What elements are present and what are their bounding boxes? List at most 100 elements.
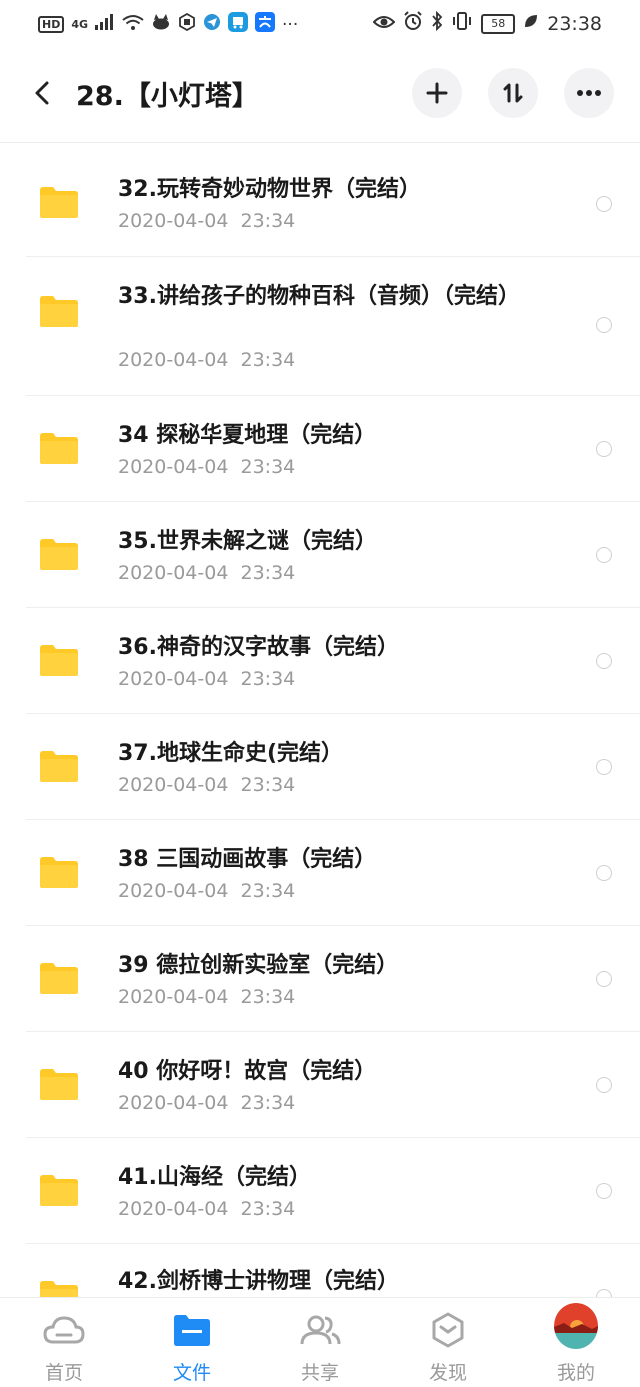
file-name: 41.山海经（完结） — [118, 1165, 311, 1190]
more-icon — [577, 90, 601, 96]
tab-discover[interactable]: 发现 — [384, 1298, 512, 1387]
plus-icon — [426, 82, 448, 104]
bottom-navigation: 首页 文件 共享 发现 我的 — [0, 1297, 640, 1387]
tab-label: 我的 — [556, 1362, 595, 1384]
tab-label: 发现 — [428, 1362, 467, 1384]
list-item[interactable]: 33.讲给孩子的物种百科（音频）（完结） 2020-04-04 23:34 — [0, 257, 640, 396]
file-date: 2020-04-04 23:34 — [118, 349, 296, 371]
list-item[interactable]: 41.山海经（完结） 2020-04-04 23:34 — [0, 1138, 640, 1244]
select-radio[interactable] — [596, 441, 612, 457]
hd-indicator: HD — [38, 16, 65, 33]
list-item[interactable]: 38 三国动画故事（完结） 2020-04-04 23:34 — [0, 820, 640, 926]
folder-icon — [40, 857, 78, 888]
hand-app-icon — [178, 12, 196, 36]
file-name: 32.玩转奇妙动物世界（完结） — [118, 177, 421, 202]
file-date: 2020-04-04 23:34 — [118, 562, 296, 584]
file-date: 2020-04-04 23:34 — [118, 456, 296, 478]
tab-share[interactable]: 共享 — [256, 1298, 384, 1387]
cloud-icon — [42, 1310, 86, 1350]
list-item[interactable]: 39 德拉创新实验室（完结） 2020-04-04 23:34 — [0, 926, 640, 1032]
wifi-icon — [122, 14, 144, 35]
file-date: 2020-04-04 23:34 — [118, 1092, 296, 1114]
select-radio[interactable] — [596, 317, 612, 333]
status-right: 58 23:38 — [372, 10, 602, 36]
signal-icon — [95, 14, 115, 35]
file-name: 35.世界未解之谜（完结） — [118, 529, 377, 554]
folder-icon — [40, 1175, 78, 1206]
network-type: 4G — [71, 17, 89, 31]
bluetooth-icon — [431, 10, 443, 36]
clock: 23:38 — [547, 12, 602, 35]
file-date: 2020-04-04 23:34 — [118, 774, 296, 796]
folder-icon — [40, 433, 78, 464]
tab-label: 共享 — [300, 1362, 339, 1384]
tab-label: 文件 — [172, 1362, 211, 1384]
select-radio[interactable] — [596, 547, 612, 563]
file-date: 2020-04-04 23:34 — [118, 668, 296, 690]
select-radio[interactable] — [596, 1183, 612, 1199]
file-name: 37.地球生命史(完结） — [118, 741, 344, 766]
folder-icon — [40, 1281, 78, 1297]
tab-me[interactable]: 我的 — [512, 1298, 640, 1387]
select-radio[interactable] — [596, 653, 612, 669]
select-radio[interactable] — [596, 971, 612, 987]
add-button[interactable] — [412, 68, 462, 118]
status-bar: HD 4G ··· 58 23:38 — [0, 0, 640, 46]
list-item[interactable]: 37.地球生命史(完结） 2020-04-04 23:34 — [0, 714, 640, 820]
leaf-icon — [523, 13, 539, 34]
folder-icon — [40, 187, 78, 218]
sort-button[interactable] — [488, 68, 538, 118]
file-name: 34 探秘华夏地理（完结） — [118, 423, 377, 448]
folder-icon — [40, 963, 78, 994]
folder-icon — [40, 751, 78, 782]
select-radio[interactable] — [596, 196, 612, 212]
battery-icon: 58 — [481, 13, 516, 34]
folder-icon — [40, 539, 78, 570]
folder-tab-icon — [170, 1310, 214, 1350]
cat-app-icon — [151, 14, 171, 35]
file-date: 2020-04-04 23:34 — [118, 986, 296, 1008]
select-radio[interactable] — [596, 865, 612, 881]
app-header: 28.【小灯塔】 — [0, 46, 640, 143]
alipay-app-icon — [255, 12, 276, 37]
page-title: 28.【小灯塔】 — [76, 81, 259, 112]
file-name: 40 你好呀！故宫（完结） — [118, 1059, 377, 1084]
tab-home[interactable]: 首页 — [0, 1298, 128, 1387]
alarm-icon — [403, 11, 423, 36]
folder-icon — [40, 1069, 78, 1100]
transit-app-icon — [228, 12, 249, 37]
select-radio[interactable] — [596, 1077, 612, 1093]
vibrate-icon — [451, 11, 473, 36]
file-date: 2020-04-04 23:34 — [118, 880, 296, 902]
people-icon — [298, 1310, 342, 1350]
more-notifications-icon: ··· — [282, 14, 299, 35]
folder-icon — [40, 645, 78, 676]
list-item[interactable]: 40 你好呀！故宫（完结） 2020-04-04 23:34 — [0, 1032, 640, 1138]
list-item[interactable]: 35.世界未解之谜（完结） 2020-04-04 23:34 — [0, 502, 640, 608]
list-item[interactable]: 36.神奇的汉字故事（完结） 2020-04-04 23:34 — [0, 608, 640, 714]
file-name: 39 德拉创新实验室（完结） — [118, 953, 399, 978]
avatar — [554, 1303, 598, 1349]
tab-files[interactable]: 文件 — [128, 1298, 256, 1387]
file-list: 32.玩转奇妙动物世界（完结） 2020-04-04 23:34 33.讲给孩子… — [0, 152, 640, 1297]
file-name: 38 三国动画故事（完结） — [118, 847, 377, 872]
list-item[interactable]: 34 探秘华夏地理（完结） 2020-04-04 23:34 — [0, 396, 640, 502]
telegram-app-icon — [203, 13, 221, 36]
eye-icon — [372, 13, 396, 34]
chevron-left-icon — [35, 81, 49, 105]
file-date: 2020-04-04 23:34 — [118, 210, 296, 232]
status-left: HD 4G ··· — [38, 12, 298, 37]
back-button[interactable] — [26, 76, 60, 110]
tab-label: 首页 — [44, 1362, 83, 1384]
list-item[interactable]: 32.玩转奇妙动物世界（完结） 2020-04-04 23:34 — [0, 152, 640, 257]
more-options-button[interactable] — [564, 68, 614, 118]
select-radio[interactable] — [596, 1289, 612, 1297]
file-name: 36.神奇的汉字故事（完结） — [118, 635, 399, 660]
discover-icon — [426, 1310, 470, 1350]
folder-icon — [40, 296, 78, 327]
select-radio[interactable] — [596, 759, 612, 775]
file-name: 33.讲给孩子的物种百科（音频）（完结） — [118, 284, 520, 309]
sort-icon — [503, 83, 523, 103]
list-item[interactable]: 42.剑桥博士讲物理（完结） — [0, 1244, 640, 1297]
file-date: 2020-04-04 23:34 — [118, 1198, 296, 1220]
